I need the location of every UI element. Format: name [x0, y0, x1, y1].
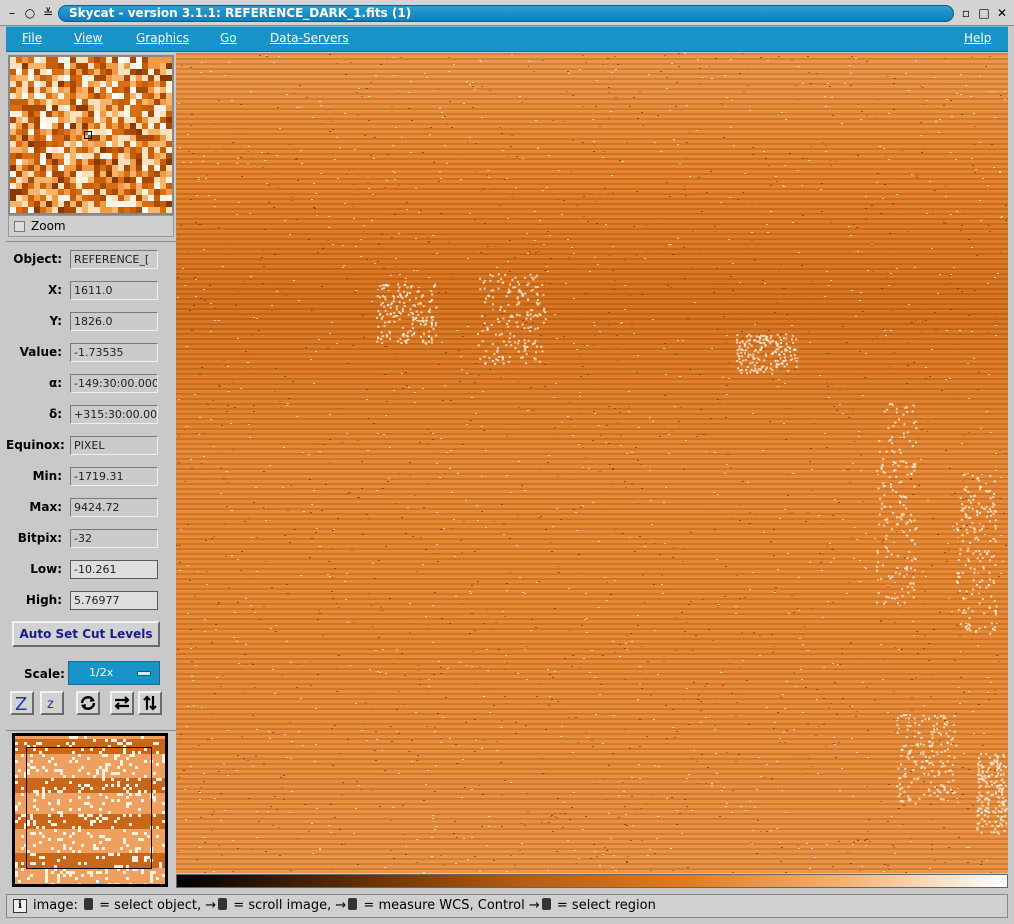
- zoom-toggle[interactable]: Zoom: [8, 215, 174, 237]
- object-label: Object:: [13, 252, 62, 266]
- zoom-checkbox[interactable]: [14, 221, 25, 232]
- panner-view[interactable]: [12, 733, 168, 887]
- menu-view[interactable]: View: [74, 31, 102, 45]
- y-label: Y:: [49, 314, 62, 328]
- equinox-label: Equinox:: [6, 438, 65, 452]
- low-label: Low:: [30, 562, 62, 576]
- panner-viewport-rect[interactable]: [26, 747, 152, 869]
- x-label: X:: [47, 283, 62, 297]
- high-label: High:: [25, 593, 62, 607]
- svg-text:Z: Z: [15, 694, 27, 713]
- mouse-button3-icon: [348, 898, 358, 910]
- delta-field: +315:30:00.00: [70, 405, 158, 424]
- scale-label: Scale:: [24, 667, 65, 681]
- window-iconify-icon[interactable]: ▫: [958, 5, 974, 21]
- option-menu-indicator-icon: [137, 671, 151, 676]
- status-part4: = select region: [556, 898, 656, 913]
- alpha-label: α:: [48, 376, 62, 390]
- magnifier-view: [8, 55, 174, 215]
- status-part2: = scroll image,: [233, 898, 332, 913]
- value-field: -1.73535: [70, 343, 158, 362]
- low-cut-input[interactable]: -10.261: [70, 560, 158, 579]
- rotate-icon[interactable]: [76, 691, 100, 715]
- min-field: -1719.31: [70, 467, 158, 486]
- image-info-panel: Object: REFERENCE_[ X: 1611.0 Y: 1826.0 …: [6, 241, 176, 731]
- max-field: 9424.72: [70, 498, 158, 517]
- menu-file[interactable]: File: [22, 31, 42, 45]
- object-field: REFERENCE_[: [70, 250, 158, 269]
- menu-data-servers[interactable]: Data-Servers: [270, 31, 349, 45]
- menu-graphics[interactable]: Graphics: [136, 31, 189, 45]
- window-title: Skycat - version 3.1.1: REFERENCE_DARK_1…: [58, 5, 954, 22]
- menu-help[interactable]: Help: [964, 31, 991, 45]
- status-message: image: = select object, → = scroll image…: [33, 898, 656, 913]
- status-part3: = measure WCS, Control: [363, 898, 525, 913]
- svg-text:z: z: [47, 697, 54, 712]
- main-image-canvas[interactable]: [176, 53, 1008, 873]
- scale-value: 1/2x: [89, 666, 114, 679]
- window-close-icon[interactable]: ✕: [994, 5, 1010, 21]
- menu-bar: File View Graphics Go Data-Servers Help: [6, 26, 1008, 52]
- mouse-button1-control-icon: [541, 898, 551, 910]
- value-label: Value:: [19, 345, 62, 359]
- status-part1: = select object,: [99, 898, 202, 913]
- bitpix-label: Bitpix:: [17, 531, 62, 545]
- auto-set-cut-levels-button[interactable]: Auto Set Cut Levels: [12, 621, 160, 647]
- flip-y-icon[interactable]: [138, 691, 162, 715]
- status-bar: i image: = select object, → = scroll ima…: [6, 894, 1008, 918]
- menu-go[interactable]: Go: [220, 31, 237, 45]
- info-icon: i: [13, 899, 27, 913]
- x-field: 1611.0: [70, 281, 158, 300]
- window-shade-icon[interactable]: ≚: [40, 5, 56, 21]
- window-maximize-icon[interactable]: □: [976, 5, 992, 21]
- zoom-in-icon[interactable]: Z: [10, 691, 34, 715]
- window-menu-icon[interactable]: –: [4, 5, 20, 21]
- bitpix-field: -32: [70, 529, 158, 548]
- high-cut-input[interactable]: 5.76977: [70, 591, 158, 610]
- max-label: Max:: [29, 500, 62, 514]
- title-bar: – ○ ≚ Skycat - version 3.1.1: REFERENCE_…: [0, 0, 1014, 26]
- alpha-field: -149:30:00.000: [70, 374, 158, 393]
- image-noise: [176, 53, 1008, 873]
- min-label: Min:: [32, 469, 62, 483]
- magnifier-cursor: [84, 131, 92, 139]
- flip-x-icon[interactable]: [110, 691, 134, 715]
- zoom-out-icon[interactable]: z: [40, 691, 64, 715]
- scale-select[interactable]: 1/2x: [68, 661, 160, 685]
- colorbar: [176, 874, 1008, 888]
- control-panel: Zoom Object: REFERENCE_[ X: 1611.0 Y: 18…: [6, 53, 176, 890]
- window-sticky-icon[interactable]: ○: [22, 5, 38, 21]
- mouse-button2-icon: [218, 898, 228, 910]
- status-prefix: image:: [33, 898, 78, 913]
- zoom-label: Zoom: [31, 219, 66, 233]
- mouse-button1-icon: [84, 898, 94, 910]
- delta-label: δ:: [48, 407, 62, 421]
- equinox-field: PIXEL: [70, 436, 158, 455]
- y-field: 1826.0: [70, 312, 158, 331]
